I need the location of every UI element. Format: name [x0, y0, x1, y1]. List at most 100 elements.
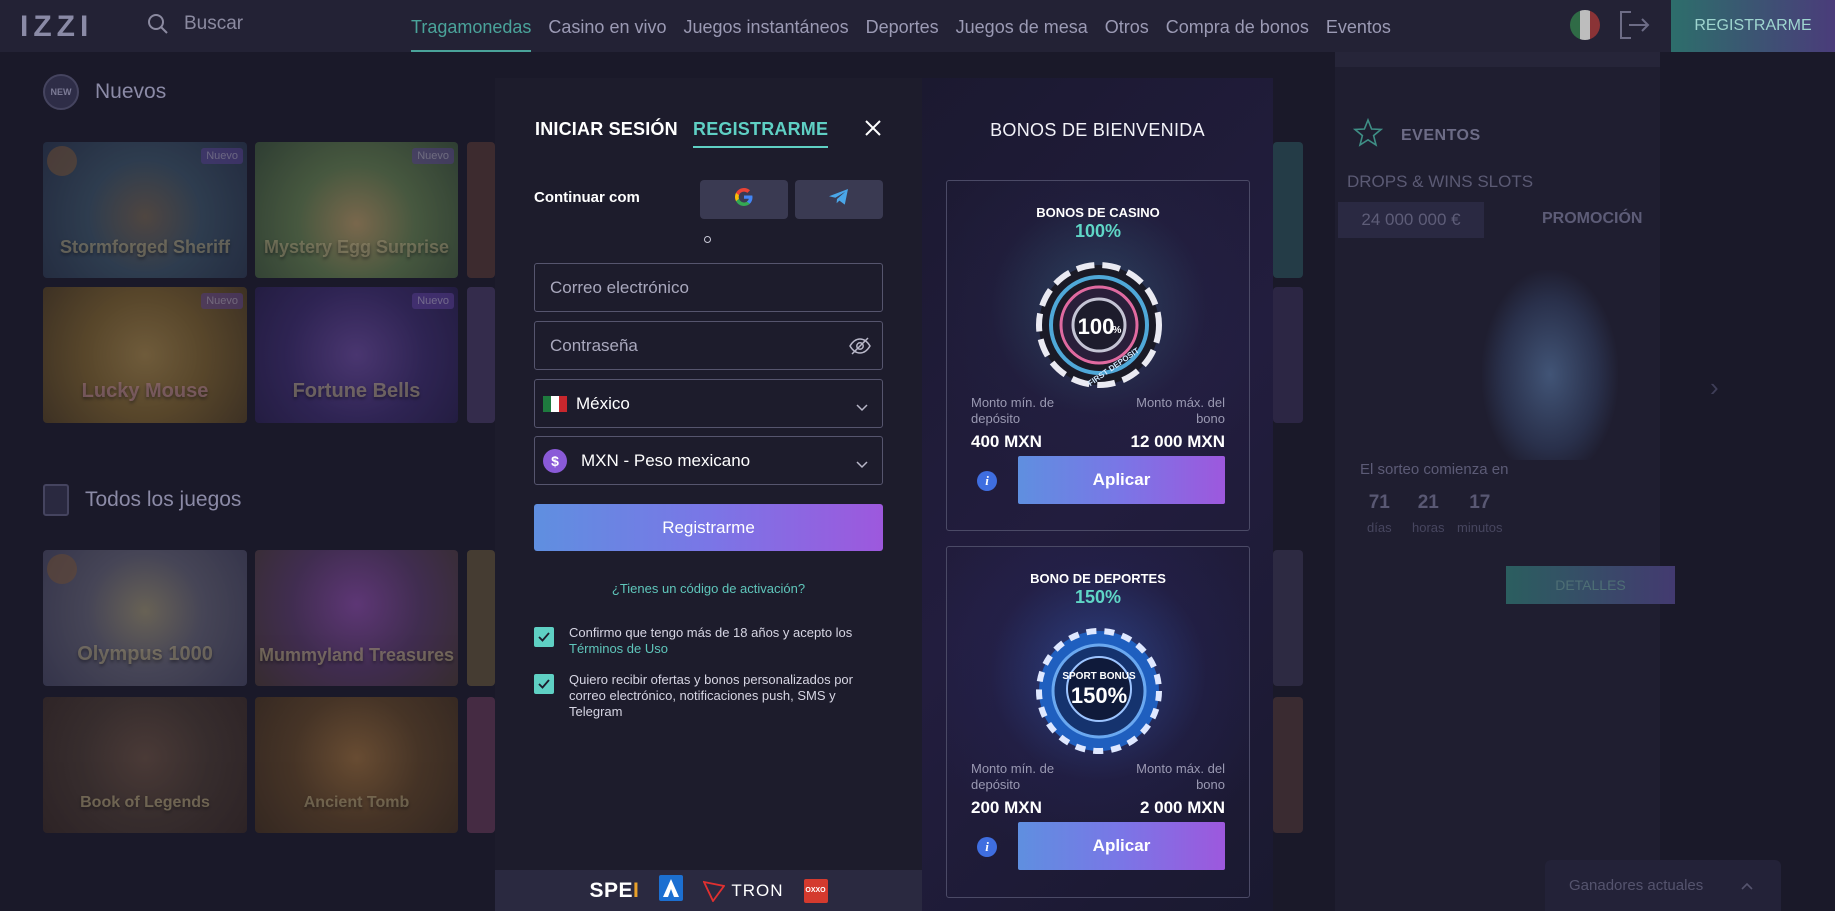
nav-item-juegos-instantaneos[interactable]: Juegos instantáneos — [683, 15, 848, 38]
events-title: EVENTOS — [1352, 117, 1481, 153]
game-tile[interactable]: Nuevo Lucky Mouse — [43, 287, 247, 423]
timer-days: 71 días — [1367, 492, 1392, 535]
language-flag-icon[interactable] — [1570, 10, 1600, 40]
nav-item-eventos[interactable]: Eventos — [1326, 15, 1391, 38]
svg-text:100: 100 — [1078, 314, 1115, 339]
max-bonus-label: Monto máx. del bono — [1136, 395, 1225, 426]
registration-modal: INICIAR SESIÓN REGISTRARME Continuar com — [495, 78, 1273, 911]
current-winners-bar[interactable]: Ganadores actuales — [1545, 860, 1781, 911]
search-label[interactable]: Buscar — [184, 13, 243, 35]
search-icon[interactable] — [146, 12, 170, 36]
game-tile[interactable]: Nuevo Stormforged Sheriff — [43, 142, 247, 278]
game-name: Lucky Mouse — [81, 380, 209, 402]
terms-link[interactable]: Términos de Uso — [569, 641, 668, 656]
game-tile[interactable]: Nuevo Mystery Egg Surprise — [255, 142, 458, 278]
terms-label: Confirmo que tengo más de 18 años y acep… — [569, 625, 853, 640]
game-tile[interactable] — [467, 550, 495, 686]
game-tile[interactable]: Olympus 1000 — [43, 550, 247, 686]
terms-checkbox[interactable] — [534, 627, 554, 647]
search-box[interactable]: Buscar — [146, 12, 243, 36]
game-tile[interactable]: Ancient Tomb — [255, 697, 458, 833]
nav-item-deportes[interactable]: Deportes — [866, 15, 939, 38]
svg-text:%: % — [1113, 325, 1122, 336]
activation-code-link[interactable]: ¿Tienes un código de activación? — [495, 581, 922, 596]
document-icon — [43, 484, 69, 516]
telegram-icon — [828, 188, 850, 211]
password-input[interactable] — [550, 335, 820, 356]
password-field[interactable] — [534, 321, 883, 370]
arca-logo-icon — [659, 875, 684, 906]
eye-off-icon[interactable] — [848, 336, 872, 361]
events-subtitle: DROPS & WINS SLOTS — [1347, 172, 1534, 191]
game-tile[interactable] — [1273, 287, 1303, 423]
mexico-flag-icon — [543, 395, 567, 412]
events-promo-label[interactable]: PROMOCIÓN — [1542, 210, 1642, 228]
telegram-login-button[interactable] — [795, 180, 883, 219]
info-icon[interactable]: i — [977, 471, 997, 491]
events-prize-amount: 24 000 000 € — [1338, 202, 1484, 238]
chevron-right-icon[interactable]: › — [1710, 372, 1719, 403]
email-input[interactable] — [550, 277, 820, 298]
timer-minutes: 17 minutos — [1457, 492, 1503, 535]
offers-consent-row: Quiero recibir ofertas y bonos personali… — [534, 672, 869, 720]
info-icon[interactable]: i — [977, 837, 997, 857]
header-register-button[interactable]: REGISTRARME — [1671, 0, 1835, 52]
events-details-button[interactable]: DETALLES — [1506, 566, 1675, 604]
nav-item-casino-en-vivo[interactable]: Casino en vivo — [548, 15, 666, 38]
offers-checkbox[interactable] — [534, 674, 554, 694]
tab-register[interactable]: REGISTRARME — [693, 119, 829, 148]
apply-casino-bonus-button[interactable]: Aplicar — [1018, 456, 1225, 504]
country-select[interactable]: México — [534, 379, 883, 428]
google-login-button[interactable] — [700, 180, 788, 219]
game-tile[interactable] — [467, 142, 495, 278]
registration-form-pane: INICIAR SESIÓN REGISTRARME Continuar com — [495, 78, 922, 911]
logout-icon[interactable] — [1617, 9, 1651, 46]
chevron-down-icon — [856, 397, 868, 417]
game-tile[interactable]: Mummyland Treasures — [255, 550, 458, 686]
register-submit-button[interactable]: Registrarme — [534, 504, 883, 551]
card-title: BONOS DE CASINO — [1036, 205, 1160, 220]
nav-item-juegos-de-mesa[interactable]: Juegos de mesa — [956, 15, 1088, 38]
max-bonus-value: 2 000 MXN — [1139, 798, 1225, 817]
min-deposit-value: 400 MXN — [971, 432, 1042, 451]
game-tile[interactable] — [1273, 142, 1303, 278]
new-badge: Nuevo — [201, 293, 243, 309]
nav-item-tragamonedas[interactable]: Tragamonedas — [411, 1, 532, 52]
check-icon — [538, 632, 550, 642]
section-new-label: Nuevos — [95, 80, 167, 103]
chevron-up-icon[interactable] — [1741, 877, 1753, 894]
oxxo-logo: OXXO — [803, 878, 828, 903]
game-tile[interactable]: Book of Legends — [43, 697, 247, 833]
google-icon — [734, 187, 754, 212]
bonuses-heading: BONOS DE BIENVENIDA — [990, 120, 1205, 140]
apply-sports-bonus-button[interactable]: Aplicar — [1018, 822, 1225, 870]
country-value: México — [576, 393, 630, 413]
nav-item-otros[interactable]: Otros — [1105, 15, 1149, 38]
email-field[interactable] — [534, 263, 883, 312]
terms-text: Confirmo que tengo más de 18 años y acep… — [569, 625, 869, 657]
section-new-games-title: NEW Nuevos — [43, 74, 166, 110]
close-icon[interactable] — [861, 116, 885, 140]
new-icon: NEW — [43, 74, 79, 110]
game-name: Book of Legends — [80, 794, 210, 811]
card-percent: 150% — [1074, 587, 1122, 607]
tab-login[interactable]: INICIAR SESIÓN — [535, 119, 678, 140]
game-tile[interactable] — [1273, 550, 1303, 686]
game-tile[interactable] — [1273, 697, 1303, 833]
welcome-bonuses-pane: BONOS DE BIENVENIDA BONOS DE CASINO 100%… — [922, 78, 1273, 911]
sports-bonus-card: BONO DE DEPORTES 150% SPORT BONUS 150% M… — [946, 546, 1250, 898]
drops-wins-icon — [47, 146, 77, 176]
new-badge: Nuevo — [412, 148, 454, 164]
currency-select[interactable]: $ MXN - Peso mexicano — [534, 436, 883, 485]
game-tile[interactable]: Nuevo Fortune Bells — [255, 287, 458, 423]
svg-text:SPORT BONUS: SPORT BONUS — [1062, 671, 1136, 682]
game-name: Stormforged Sheriff — [59, 237, 230, 257]
draw-countdown-label: El sorteo comienza en — [1360, 461, 1509, 478]
site-logo[interactable]: IZZI — [20, 10, 93, 44]
game-tile[interactable] — [467, 697, 495, 833]
game-tile[interactable] — [467, 287, 495, 423]
spei-logo: SPEI — [589, 878, 640, 902]
new-badge: Nuevo — [412, 293, 454, 309]
game-name: Fortune Bells — [292, 380, 421, 402]
nav-item-compra-de-bonos[interactable]: Compra de bonos — [1166, 15, 1309, 38]
